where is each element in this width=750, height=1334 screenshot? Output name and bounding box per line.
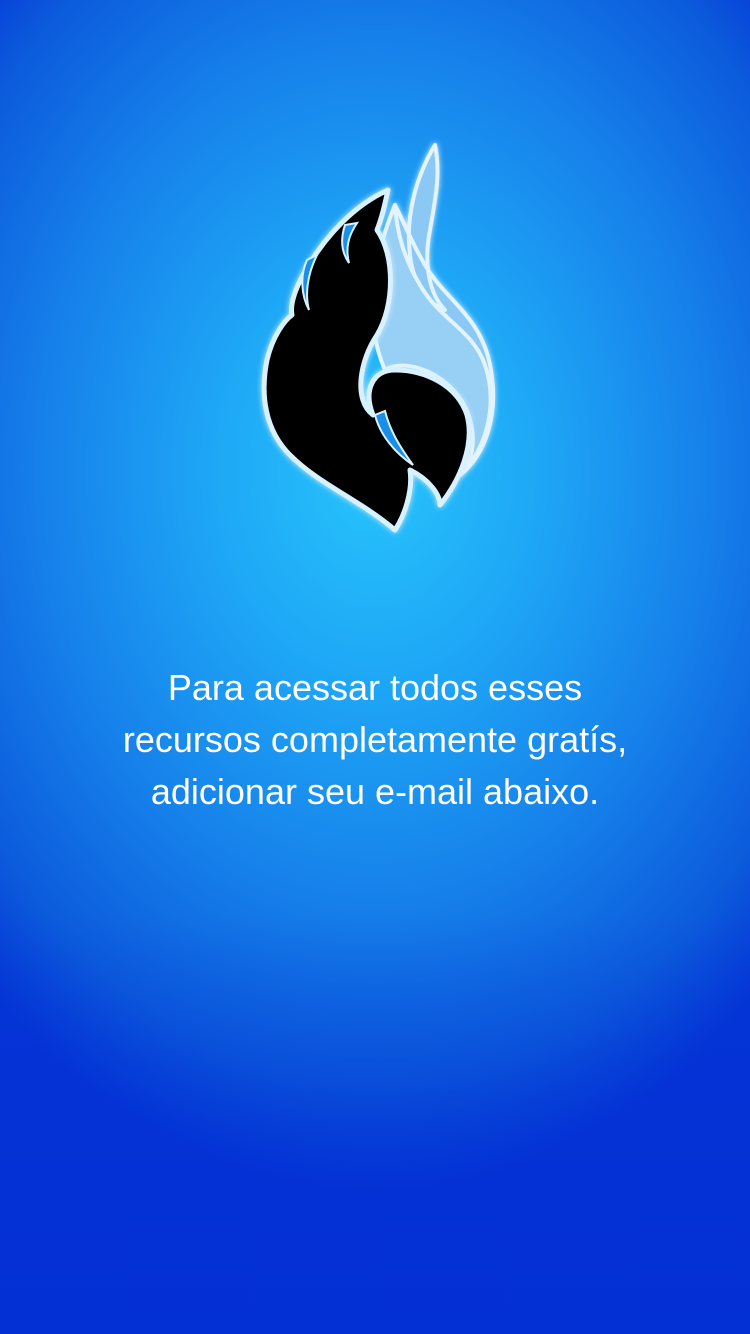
message-line-1: Para acessar todos esses [167,667,583,708]
flame-logo-icon [245,135,505,545]
onboarding-screen: Para acessar todos esses recursos comple… [0,0,750,1334]
message-line-3: adicionar seu e-mail abaixo. [150,771,600,812]
onboarding-message: Para acessar todos esses recursos comple… [40,662,710,818]
message-line-2: recursos completamente gratís, [122,719,628,760]
